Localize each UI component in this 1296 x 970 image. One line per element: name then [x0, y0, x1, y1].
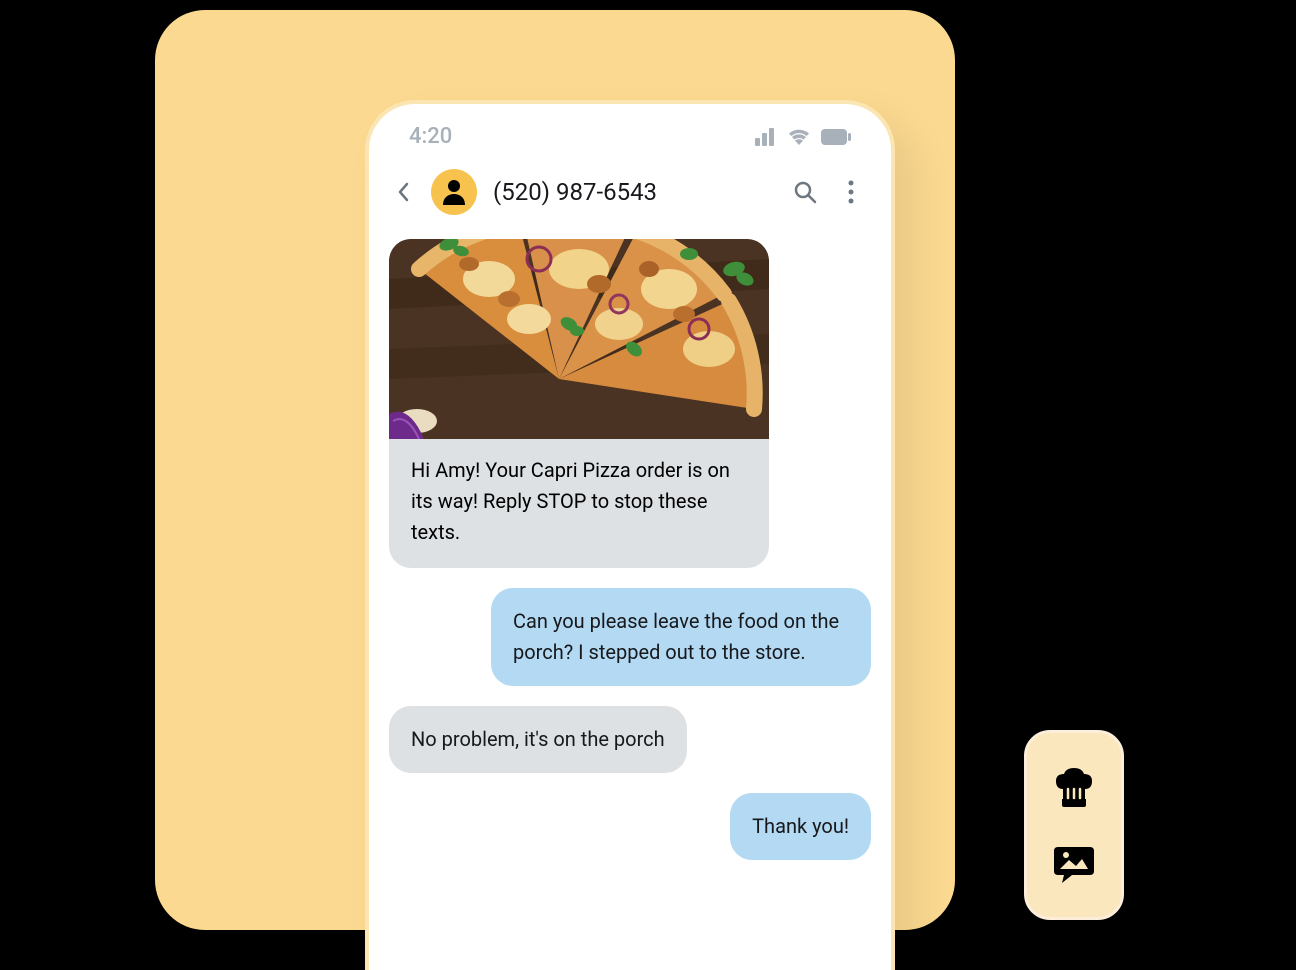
chevron-left-icon — [397, 182, 409, 202]
signal-icon — [755, 128, 777, 146]
message-incoming[interactable]: No problem, it's on the porch — [389, 706, 687, 773]
message-thread[interactable]: Hi Amy! Your Capri Pizza order is on its… — [369, 231, 891, 880]
search-button[interactable] — [793, 180, 817, 204]
more-button[interactable] — [839, 180, 863, 204]
image-chat-icon — [1052, 841, 1096, 885]
message-text: Thank you! — [752, 814, 849, 838]
status-icons — [755, 128, 851, 146]
contact-name: (520) 987-6543 — [493, 178, 777, 206]
message-text: Hi Amy! Your Capri Pizza order is on its… — [389, 439, 769, 568]
status-bar: 4:20 — [369, 104, 891, 157]
person-icon — [442, 179, 466, 205]
message-text: Can you please leave the food on the por… — [513, 609, 839, 664]
chef-hat-icon — [1052, 765, 1096, 809]
contact-avatar[interactable] — [431, 169, 477, 215]
phone-frame: 4:20 (520) 987-6543 — [365, 100, 895, 970]
chef-hat-button[interactable] — [1050, 763, 1098, 811]
wifi-icon — [787, 128, 811, 146]
back-button[interactable] — [391, 180, 415, 204]
floating-panel — [1024, 730, 1124, 920]
search-icon — [793, 180, 817, 204]
message-text: No problem, it's on the porch — [411, 727, 665, 751]
more-vert-icon — [848, 180, 854, 204]
message-outgoing[interactable]: Thank you! — [730, 793, 871, 860]
message-outgoing[interactable]: Can you please leave the food on the por… — [491, 588, 871, 686]
chat-header: (520) 987-6543 — [369, 157, 891, 231]
status-time: 4:20 — [409, 124, 452, 149]
battery-icon — [821, 129, 851, 145]
pizza-photo — [389, 239, 769, 439]
message-incoming-with-image[interactable]: Hi Amy! Your Capri Pizza order is on its… — [389, 239, 769, 568]
image-chat-button[interactable] — [1050, 839, 1098, 887]
